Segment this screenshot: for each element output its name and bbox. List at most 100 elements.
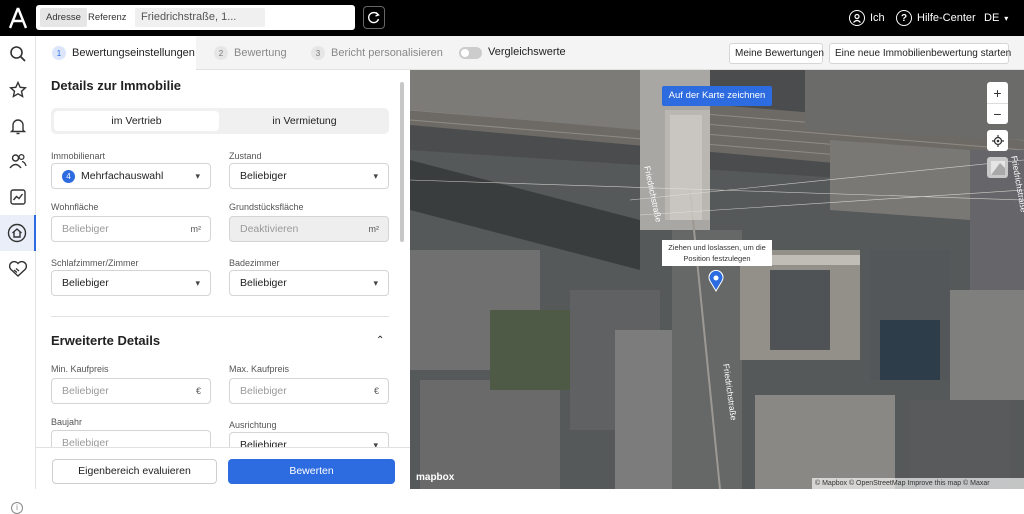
steps-bar: 1 Bewertungseinstellungen 2 Bewertung 3 … [36,36,1024,70]
details-title: Details zur Immobilie [51,78,182,93]
nav-notifications[interactable] [0,108,36,144]
chevron-down-icon: ▾ [1004,13,1009,23]
step-label: Bericht personalisieren [331,47,443,59]
step-number: 1 [52,46,66,60]
living-area-label: Wohnfläche [51,202,99,212]
step-number: 2 [214,46,228,60]
address-search-box: Adresse Referenz Friedrichstraße, 1... [36,5,355,30]
rooms-label: Schlafzimmer/Zimmer [51,258,139,268]
nav-search[interactable] [0,36,36,72]
language-select[interactable]: DE ▾ [984,0,1008,36]
condition-select[interactable]: Beliebiger ▾ [229,163,389,189]
property-type-select[interactable]: 4 Mehrfachauswahl ▾ [51,163,211,189]
valuation-settings-panel: Details zur Immobilie im Vertrieb in Ver… [36,70,410,489]
advanced-details-title: Erweiterte Details [51,333,161,348]
baths-value: Beliebiger [240,277,287,289]
condition-label: Zustand [229,151,262,161]
nav-favorites[interactable] [0,72,36,108]
left-sidebar: i [0,36,36,514]
rooms-select[interactable]: Beliebiger ▾ [51,270,211,296]
zoom-in-button[interactable]: + [987,82,1008,103]
chevron-down-icon: ▾ [373,171,378,181]
nav-analytics[interactable] [0,179,36,215]
nav-valuation[interactable] [0,215,36,251]
property-type-label: Immobilienart [51,151,106,161]
nav-contacts[interactable] [0,143,36,179]
max-price-label: Max. Kaufpreis [229,364,290,374]
crosshair-icon [991,134,1004,147]
my-valuations-button[interactable]: Meine Bewertungen [729,43,824,64]
chevron-down-icon: ▾ [195,171,200,181]
help-icon: ? [896,10,912,26]
panel-footer: Eigenbereich evaluieren Bewerten [36,447,410,489]
refresh-icon [368,11,380,24]
min-price-input[interactable]: Beliebiger € [51,378,211,404]
draw-on-map-button[interactable]: Auf der Karte zeichnen [662,86,772,106]
max-price-input[interactable]: Beliebiger € [229,378,389,404]
step-number: 3 [311,46,325,60]
refresh-button[interactable] [363,6,385,29]
star-icon [9,81,27,98]
evaluate-own-area-button[interactable]: Eigenbereich evaluieren [52,459,217,484]
segment-reference[interactable]: Referenz [82,8,133,27]
bell-icon [9,119,27,135]
app-logo[interactable] [8,7,28,29]
collapse-chevron-icon[interactable]: ⌃ [376,335,384,346]
evaluate-button[interactable]: Bewerten [228,459,395,484]
living-area-input[interactable]: Beliebiger m² [51,216,211,242]
baths-label: Badezimmer [229,258,280,268]
step-report[interactable]: 3 Bericht personalisieren [311,36,443,70]
area-unit: m² [368,224,380,234]
step-settings[interactable]: 1 Bewertungseinstellungen [36,36,196,70]
property-type-value: Mehrfachauswahl [81,170,164,182]
plot-area-value: Deaktivieren [240,223,299,235]
user-icon [849,10,865,26]
info-icon[interactable]: i [11,502,23,514]
segment-address[interactable]: Adresse [40,8,87,27]
tab-for-rent[interactable]: in Vermietung [222,111,387,131]
marker-tooltip: Ziehen und loslassen, um die Position fe… [662,240,772,266]
step-valuation[interactable]: 2 Bewertung [214,36,287,70]
mapbox-logo: mapbox [416,472,455,483]
selection-count-badge: 4 [62,169,75,183]
user-label: Ich [870,12,885,24]
location-pin-icon[interactable] [707,270,725,292]
chart-icon [10,189,26,205]
orientation-label: Ausrichtung [229,420,277,430]
address-input[interactable]: Friedrichstraße, 1... [135,8,265,27]
year-built-label: Baujahr [51,417,83,427]
area-unit: m² [190,224,202,234]
plot-area-input: Deaktivieren m² [229,216,389,242]
home-valuation-icon [7,223,27,243]
handshake-icon [8,260,28,277]
zoom-out-button[interactable]: − [987,103,1008,124]
map-attribution[interactable]: © Mapbox © OpenStreetMap Improve this ma… [812,478,1024,489]
search-icon [10,46,26,62]
min-price-label: Min. Kaufpreis [51,364,109,374]
map-style-button[interactable] [987,157,1008,178]
step-label: Bewertung [234,47,287,59]
chevron-down-icon: ▾ [373,278,378,288]
max-price-placeholder: Beliebiger [240,385,287,397]
help-center-link[interactable]: ? Hilfe-Center [896,0,976,36]
living-area-placeholder: Beliebiger [62,223,109,235]
baths-select[interactable]: Beliebiger ▾ [229,270,389,296]
tab-for-sale[interactable]: im Vertrieb [54,111,219,131]
min-price-placeholder: Beliebiger [62,385,109,397]
listing-type-tabs: im Vertrieb in Vermietung [51,108,389,134]
rooms-value: Beliebiger [62,277,109,289]
new-valuation-button[interactable]: Eine neue Immobilienbewertung starten [829,43,1011,64]
nav-deals[interactable] [0,251,36,287]
compare-toggle[interactable] [459,47,482,59]
layers-icon [990,160,1005,175]
user-menu[interactable]: Ich [849,0,885,36]
currency-symbol: € [373,386,379,396]
panel-scrollbar[interactable] [400,82,404,242]
condition-value: Beliebiger [240,170,287,182]
language-label: DE [984,12,1000,24]
top-bar: Adresse Referenz Friedrichstraße, 1... I… [0,0,1024,36]
plot-area-label: Grundstücksfläche [229,202,304,212]
locate-button[interactable] [987,130,1008,151]
currency-symbol: € [195,386,201,396]
section-divider [51,316,389,317]
